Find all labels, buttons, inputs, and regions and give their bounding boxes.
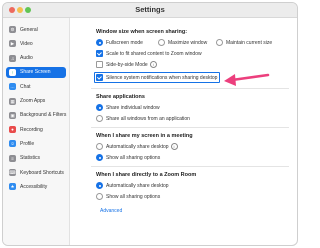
- meeting-auto-share-desktop-label: Automatically share desktop: [106, 143, 169, 150]
- sidebar-item-label: Zoom Apps: [20, 98, 46, 104]
- sidebar-item-label: Background & Filters: [20, 112, 67, 119]
- sidebar-item-chat[interactable]: … Chat: [6, 81, 66, 92]
- recording-icon: ●: [9, 126, 16, 134]
- sidebar-item-label: Profile: [20, 140, 35, 147]
- sidebar-item-audio[interactable]: ♫ Audio: [6, 53, 66, 64]
- scale-to-fit-option[interactable]: Scale to fit shared content to Zoom wind…: [96, 50, 202, 57]
- section-divider: [91, 166, 289, 167]
- room-auto-share-desktop-option[interactable]: Automatically share desktop: [96, 182, 169, 189]
- sidebar-item-label: Statistics: [20, 155, 41, 162]
- fullscreen-mode-label: Fullscreen mode: [106, 39, 143, 46]
- sidebar-item-label: Keyboard Shortcuts: [20, 169, 64, 176]
- accessibility-icon: ★: [9, 183, 16, 191]
- statistics-icon: ≡: [9, 154, 16, 162]
- meeting-auto-share-desktop-option[interactable]: Automatically share desktop i: [96, 143, 178, 150]
- info-icon[interactable]: i: [149, 61, 157, 68]
- profile-icon: ☺: [9, 140, 16, 148]
- section-divider: [91, 127, 289, 128]
- apps-icon: ▦: [9, 97, 16, 105]
- sidebar-item-share-screen[interactable]: ↑ Share Screen: [6, 66, 66, 78]
- section-divider: [91, 88, 289, 89]
- headphones-icon: ♫: [9, 54, 16, 62]
- sidebar-item-label: Chat: [20, 83, 31, 90]
- background-icon: ▣: [9, 111, 16, 119]
- share-screen-icon: ↑: [9, 68, 16, 76]
- maintain-size-option[interactable]: Maintain current size: [216, 39, 272, 46]
- sidebar-item-statistics[interactable]: ≡ Statistics: [6, 153, 66, 164]
- room-show-all-options-option[interactable]: Show all sharing options: [96, 193, 160, 200]
- sidebar-item-background-filters[interactable]: ▣ Background & Filters: [6, 110, 66, 121]
- meeting-auto-share-desktop-radio[interactable]: [96, 143, 103, 150]
- share-to-room-heading: When I share directly to a Zoom Room: [96, 172, 197, 178]
- keyboard-icon: ⌨: [9, 169, 16, 176]
- maximize-window-label: Maximize window: [168, 39, 208, 46]
- room-show-all-options-label: Show all sharing options: [106, 193, 161, 200]
- sidebar-item-label: Audio: [20, 55, 33, 62]
- share-individual-window-radio[interactable]: [96, 104, 103, 111]
- sidebar-item-label: General: [20, 26, 38, 33]
- share-in-meeting-heading: When I share my screen in a meeting: [96, 133, 193, 139]
- sidebar-item-accessibility[interactable]: ★ Accessibility: [6, 181, 66, 192]
- window-title: Settings: [135, 5, 165, 14]
- sidebar-item-profile[interactable]: ☺ Profile: [6, 138, 66, 149]
- side-by-side-checkbox[interactable]: [96, 61, 103, 68]
- room-auto-share-desktop-label: Automatically share desktop: [106, 182, 169, 189]
- fullscreen-mode-option[interactable]: Fullscreen mode: [96, 39, 143, 46]
- fullscreen-mode-radio[interactable]: [96, 39, 103, 46]
- sidebar-item-label: Video: [20, 40, 33, 47]
- meeting-show-all-options-radio[interactable]: [96, 154, 103, 161]
- annotation-arrow-icon: [224, 73, 270, 86]
- scale-to-fit-label: Scale to fit shared content to Zoom wind…: [106, 50, 202, 57]
- sidebar-item-keyboard-shortcuts[interactable]: ⌨ Keyboard Shortcuts: [6, 167, 66, 178]
- info-icon[interactable]: i: [170, 143, 178, 150]
- sidebar-item-zoom-apps[interactable]: ▦ Zoom Apps: [6, 96, 66, 107]
- settings-window: Settings ⚙ General ▶ Video ♫ Audio ↑ Share Scre…: [2, 2, 298, 246]
- maximize-window-option[interactable]: Maximize window: [158, 39, 207, 46]
- scale-to-fit-checkbox[interactable]: [96, 50, 103, 57]
- side-by-side-label: Side-by-side Mode: [106, 61, 148, 68]
- share-all-windows-radio[interactable]: [96, 115, 103, 122]
- title-bar: Settings: [3, 3, 297, 18]
- meeting-show-all-options-label: Show all sharing options: [106, 154, 161, 161]
- sidebar-item-label: Accessibility: [20, 183, 48, 190]
- share-individual-window-option[interactable]: Share individual window: [96, 104, 160, 111]
- room-auto-share-desktop-radio[interactable]: [96, 182, 103, 189]
- video-camera-icon: ▶: [9, 40, 16, 48]
- side-by-side-option[interactable]: Side-by-side Mode i: [96, 61, 157, 68]
- meeting-show-all-options-option[interactable]: Show all sharing options: [96, 154, 160, 161]
- advanced-link[interactable]: Advanced: [100, 208, 122, 214]
- sidebar-item-general[interactable]: ⚙ General: [6, 24, 66, 35]
- share-all-windows-option[interactable]: Share all windows from an application: [96, 115, 190, 122]
- share-all-windows-label: Share all windows from an application: [106, 115, 190, 122]
- sidebar-item-recording[interactable]: ● Recording: [6, 124, 66, 135]
- chat-icon: …: [9, 83, 16, 91]
- share-individual-window-label: Share individual window: [106, 104, 160, 111]
- maximize-window-radio[interactable]: [158, 39, 165, 46]
- maintain-size-label: Maintain current size: [226, 39, 273, 46]
- sidebar-item-label: Share Screen: [20, 69, 51, 76]
- silence-notifications-highlight: [94, 72, 220, 83]
- gear-icon: ⚙: [9, 26, 16, 33]
- maintain-size-radio[interactable]: [216, 39, 223, 46]
- sidebar-item-video[interactable]: ▶ Video: [6, 38, 66, 49]
- window-size-heading: Window size when screen sharing:: [96, 29, 188, 35]
- share-applications-heading: Share applications: [96, 94, 145, 100]
- room-show-all-options-radio[interactable]: [96, 193, 103, 200]
- sidebar-item-label: Recording: [20, 126, 43, 133]
- settings-sidebar: ⚙ General ▶ Video ♫ Audio ↑ Share Screen … Chat ▦ Z…: [3, 18, 70, 245]
